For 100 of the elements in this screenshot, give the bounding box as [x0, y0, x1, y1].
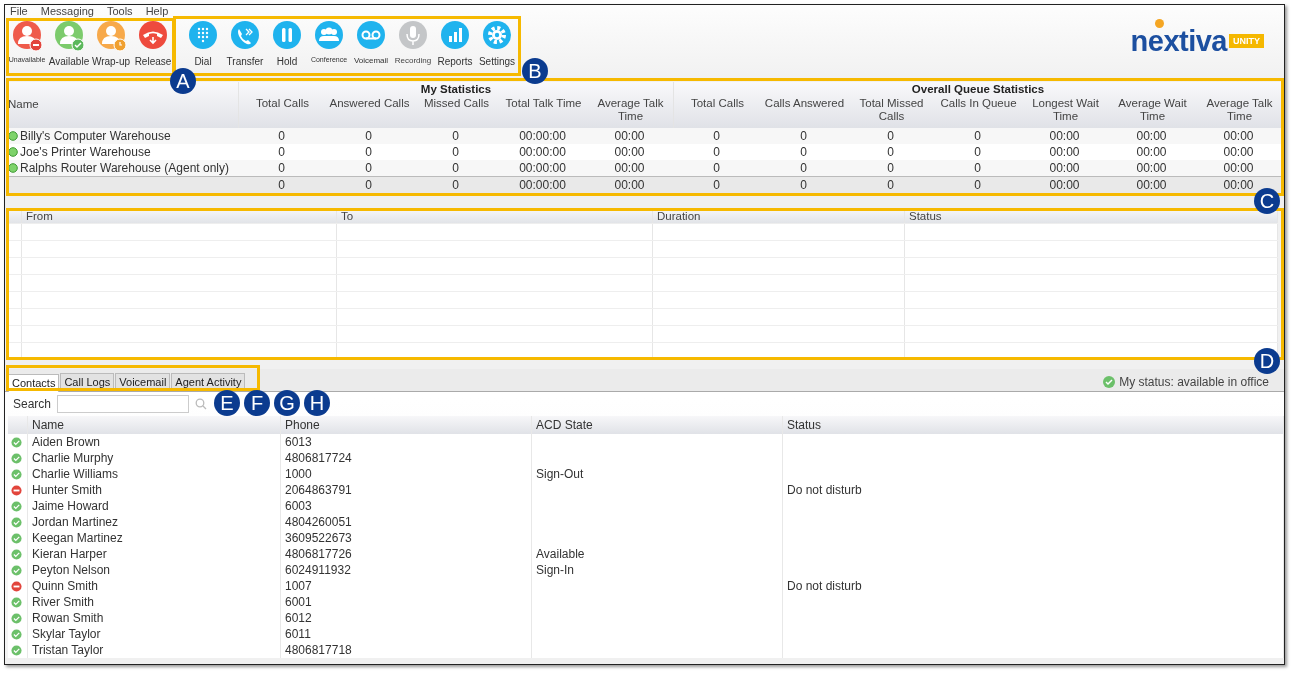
table-cell: Billy's Computer Warehouse	[20, 128, 171, 144]
hang-up-icon	[137, 20, 169, 52]
table-cell-text: 0	[973, 160, 982, 176]
recording-icon	[397, 20, 429, 52]
table-cell-text: 00:00	[1222, 160, 1255, 176]
table-cell-text: 00:00	[613, 177, 646, 193]
table-cell-text: 0	[886, 128, 895, 144]
table-cell-text: 0	[973, 128, 982, 144]
table-cell-text: 0	[451, 177, 460, 193]
status-button[interactable]: Available	[48, 18, 90, 72]
column-header[interactable]: Total Talk Time	[500, 96, 587, 128]
column-header[interactable]: Average Wait Time	[1109, 96, 1196, 128]
table-cell-text: 00:00:00	[518, 177, 567, 193]
column-header[interactable]: Average Talk Time	[587, 96, 674, 128]
menu-item[interactable]: Help	[145, 5, 169, 18]
table-cell-text: 0	[451, 144, 460, 160]
table-cell-text: 0	[712, 128, 721, 144]
call-button[interactable]: Voicemail	[350, 18, 392, 72]
person-icon	[95, 20, 127, 52]
table-cell-text: 0	[712, 177, 721, 193]
table-cell-text: 0	[277, 144, 286, 160]
column-header[interactable]: Total Calls	[239, 96, 326, 128]
column-header[interactable]: Average Talk Time	[1196, 96, 1283, 128]
call-button[interactable]: Settings	[476, 18, 518, 72]
table-cell: Sign-Out	[536, 467, 584, 481]
person-icon	[11, 20, 43, 52]
table-cell-text: 00:00	[1048, 144, 1081, 160]
search-field[interactable]	[57, 395, 190, 413]
column-header[interactable]: Longest Wait Time	[1022, 96, 1109, 128]
table-cell-text: 0	[451, 128, 460, 144]
table-cell-text: 0	[973, 144, 982, 160]
table-cell-text: 00:00	[1222, 144, 1255, 160]
table-cell: Joe's Printer Warehouse	[20, 144, 151, 160]
column-header[interactable]: Answered Calls	[326, 96, 413, 128]
table-cell-text: 00:00	[1222, 128, 1255, 144]
status-dot-icon	[8, 131, 18, 141]
column-header[interactable]: Calls Answered	[761, 96, 848, 128]
table-cell: 4806817718	[281, 642, 532, 658]
table-cell-text: 00:00:00	[518, 128, 567, 144]
column-header[interactable]: Calls In Queue	[935, 96, 1022, 128]
table-cell-text: 0	[364, 144, 373, 160]
table-cell-text: 00:00	[1048, 128, 1081, 144]
check-circle-icon	[1103, 376, 1116, 388]
callout-badge: B	[522, 58, 548, 84]
table-cell-text: 00:00	[1048, 160, 1081, 176]
table-cell-text: 0	[364, 128, 373, 144]
voicemail-icon	[355, 20, 387, 52]
table-cell-text: 0	[712, 160, 721, 176]
logo-wordmark: nextiva	[1130, 26, 1227, 56]
table-cell: Sign-In	[536, 563, 575, 577]
status-dot-icon	[8, 147, 18, 157]
table-cell-text: 00:00	[1135, 160, 1168, 176]
table-cell-text: 0	[886, 160, 895, 176]
callout-badge: A	[170, 68, 196, 94]
menu-item[interactable]: Messaging	[40, 5, 94, 18]
table-cell-text: 0	[277, 128, 286, 144]
dial-icon	[187, 20, 219, 52]
menu-item[interactable]: Tools	[106, 5, 133, 18]
table-cell-text: 00:00	[613, 128, 646, 144]
group-title: Overall Queue Statistics	[910, 82, 1046, 96]
table-cell-text: 00:00	[1048, 177, 1081, 193]
table-cell-text: 0	[364, 160, 373, 176]
conference-icon	[313, 20, 345, 52]
table-cell-text: 0	[277, 160, 286, 176]
column-header[interactable]: Total Calls	[674, 96, 761, 128]
call-button[interactable]: Hold	[266, 18, 308, 72]
person-icon	[53, 20, 85, 52]
column-header[interactable]: Duration	[653, 209, 905, 223]
table-cell-text: 0	[799, 177, 808, 193]
table-cell-text: 0	[712, 144, 721, 160]
table-cell-text: 00:00	[613, 144, 646, 160]
dot-icon	[1154, 19, 1164, 28]
reports-icon	[439, 20, 471, 52]
table-cell-text: 0	[364, 177, 373, 193]
table-cell: Available	[536, 547, 585, 561]
group-title: My Statistics	[419, 82, 493, 96]
table-cell-text: 00:00	[1135, 144, 1168, 160]
table-cell-text: 00:00	[613, 160, 646, 176]
menu-item[interactable]: File	[10, 5, 28, 18]
column-header[interactable]: To	[337, 209, 653, 223]
table-cell-text: 00:00:00	[518, 144, 567, 160]
call-button[interactable]: Reports	[434, 18, 476, 72]
status-button[interactable]: Wrap-up	[90, 18, 132, 72]
column-header[interactable]: From	[22, 209, 337, 223]
table-cell-text: 0	[973, 177, 982, 193]
table-cell-text: 0	[886, 177, 895, 193]
column-header[interactable]: Missed Calls	[413, 96, 500, 128]
table-cell: Tristan Taylor	[28, 642, 281, 658]
search-icon[interactable]	[195, 398, 208, 410]
table-cell-text: 0	[799, 160, 808, 176]
column-header[interactable]: Total Missed Calls	[848, 96, 935, 128]
table-cell-text: 0	[277, 177, 286, 193]
logo-badge: UNITY	[1229, 34, 1264, 48]
table-cell-text: 0	[799, 128, 808, 144]
settings-icon	[481, 20, 513, 52]
transfer-icon	[229, 20, 261, 52]
table-cell-text: 0	[886, 144, 895, 160]
table-cell-text: 0	[451, 160, 460, 176]
table-cell-text: 00:00	[1135, 128, 1168, 144]
call-button[interactable]: Transfer	[224, 18, 266, 72]
